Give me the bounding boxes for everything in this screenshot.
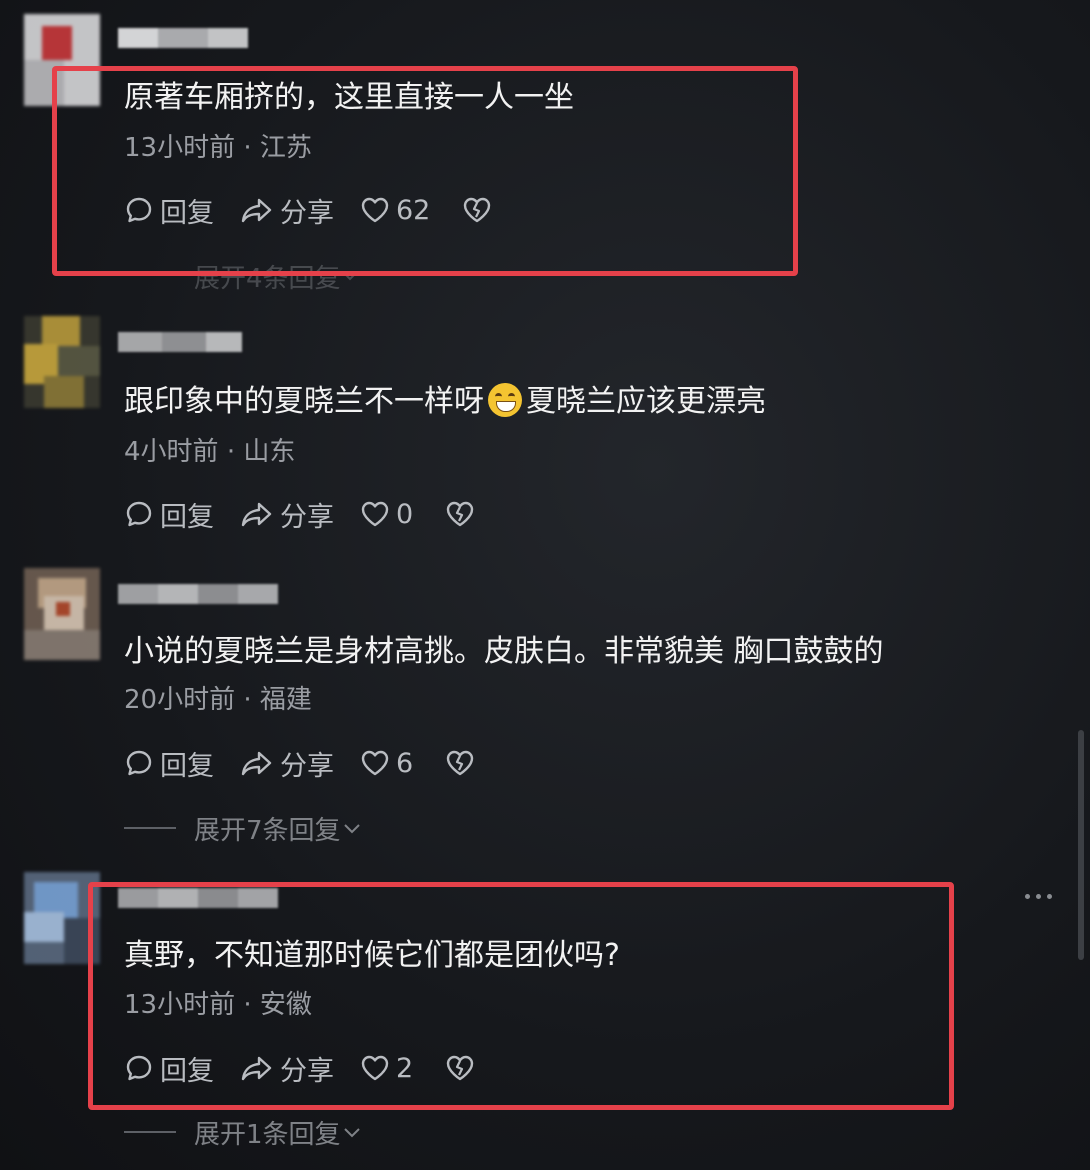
comment-time: 13小时前 bbox=[124, 133, 236, 163]
comment-meta: 4小时前 · 山东 bbox=[124, 435, 295, 469]
reply-button[interactable]: 回复 bbox=[124, 495, 214, 534]
share-arrow-icon bbox=[241, 502, 272, 527]
comment-actions: 回复 分享 2 bbox=[124, 1048, 475, 1088]
like-count: 2 bbox=[396, 1052, 414, 1084]
comment-actions: 回复 分享 6 bbox=[124, 743, 475, 783]
comment-meta: 20小时前 · 福建 bbox=[124, 683, 312, 717]
like-button[interactable]: 62 bbox=[360, 195, 430, 226]
dislike-button[interactable] bbox=[445, 748, 475, 778]
share-button[interactable]: 分享 bbox=[240, 191, 334, 230]
avatar[interactable] bbox=[24, 316, 100, 408]
comment-location: 福建 bbox=[259, 685, 312, 715]
dislike-button[interactable] bbox=[445, 499, 475, 529]
comment-bubble-icon bbox=[126, 750, 152, 776]
share-button[interactable]: 分享 bbox=[240, 495, 334, 534]
like-button[interactable]: 0 bbox=[360, 499, 413, 530]
comment-time: 4小时前 bbox=[124, 437, 219, 467]
expand-replies-button[interactable]: 展开4条回复 bbox=[194, 258, 359, 294]
share-arrow-icon bbox=[241, 198, 272, 223]
comment-meta: 13小时前 · 安徽 bbox=[124, 988, 312, 1022]
reply-label: 回复 bbox=[160, 501, 214, 533]
comment-time: 20小时前 bbox=[124, 685, 236, 715]
expand-label: 展开4条回复 bbox=[194, 263, 341, 294]
comment-bubble-icon bbox=[126, 1055, 152, 1081]
share-arrow-icon bbox=[241, 1056, 272, 1081]
comment-text: 小说的夏晓兰是身材高挑。皮肤白。非常貌美 胸口鼓鼓的 bbox=[124, 634, 884, 669]
dislike-button[interactable] bbox=[445, 1053, 475, 1083]
comment-actions: 回复 分享 0 bbox=[124, 494, 475, 534]
reply-label: 回复 bbox=[160, 1055, 214, 1087]
chevron-down-icon bbox=[343, 1128, 360, 1138]
chevron-down-icon bbox=[342, 272, 357, 281]
heart-icon bbox=[361, 750, 389, 776]
meta-separator: · bbox=[243, 685, 252, 715]
broken-heart-icon bbox=[446, 1055, 474, 1081]
chevron-down-icon bbox=[343, 824, 360, 834]
scrollbar[interactable] bbox=[1078, 730, 1084, 960]
broken-heart-icon bbox=[446, 750, 474, 776]
username[interactable] bbox=[118, 888, 278, 910]
divider-line bbox=[124, 827, 176, 829]
heart-icon bbox=[361, 197, 389, 223]
comment-text-part: 夏晓兰应该更漂亮 bbox=[526, 384, 766, 419]
comment-text-part: 跟印象中的夏晓兰不一样呀 bbox=[124, 384, 484, 419]
like-count: 0 bbox=[396, 498, 414, 530]
heart-icon bbox=[361, 1055, 389, 1081]
broken-heart-icon bbox=[464, 197, 491, 223]
expand-replies-button[interactable]: 展开1条回复 bbox=[124, 1114, 363, 1150]
share-arrow-icon bbox=[241, 751, 272, 776]
comment-bubble-icon bbox=[126, 501, 152, 527]
username[interactable] bbox=[118, 584, 278, 606]
username[interactable] bbox=[118, 332, 242, 354]
comment-location: 山东 bbox=[243, 437, 296, 467]
reply-button[interactable]: 回复 bbox=[124, 744, 214, 783]
reply-button[interactable]: 回复 bbox=[124, 1049, 214, 1088]
like-count: 6 bbox=[396, 747, 414, 779]
comment-text: 跟印象中的夏晓兰不一样呀 夏晓兰应该更漂亮 bbox=[124, 382, 766, 422]
avatar[interactable] bbox=[24, 14, 100, 106]
share-label: 分享 bbox=[280, 1055, 334, 1087]
more-dots-icon[interactable] bbox=[1025, 894, 1052, 899]
divider-line bbox=[124, 1131, 176, 1133]
comment-bubble-icon bbox=[126, 197, 152, 223]
comment-location: 江苏 bbox=[259, 133, 312, 163]
username[interactable] bbox=[118, 28, 248, 50]
like-count: 62 bbox=[396, 194, 431, 226]
share-label: 分享 bbox=[280, 750, 334, 782]
meta-separator: · bbox=[243, 133, 252, 163]
share-button[interactable]: 分享 bbox=[240, 744, 334, 783]
expand-replies-button[interactable]: 展开7条回复 bbox=[124, 810, 363, 846]
comment-text: 真野，不知道那时候它们都是团伙吗? bbox=[124, 938, 620, 973]
expand-label: 展开1条回复 bbox=[194, 1119, 341, 1150]
avatar[interactable] bbox=[24, 872, 100, 964]
comment-actions: 回复 分享 62 bbox=[124, 190, 492, 230]
reply-label: 回复 bbox=[160, 750, 214, 782]
comment-time: 13小时前 bbox=[124, 990, 236, 1020]
meta-separator: · bbox=[226, 437, 236, 467]
reply-label: 回复 bbox=[160, 197, 214, 229]
reply-button[interactable]: 回复 bbox=[124, 191, 214, 230]
comment-text: 原著车厢挤的，这里直接一人一坐 bbox=[124, 80, 574, 115]
broken-heart-icon bbox=[446, 501, 474, 527]
heart-icon bbox=[361, 501, 389, 527]
grinning-sweat-emoji-icon bbox=[488, 383, 522, 417]
like-button[interactable]: 2 bbox=[360, 1053, 413, 1084]
comment-location: 安徽 bbox=[259, 990, 312, 1020]
share-label: 分享 bbox=[280, 501, 334, 533]
share-label: 分享 bbox=[280, 197, 334, 229]
avatar[interactable] bbox=[24, 568, 100, 660]
like-button[interactable]: 6 bbox=[360, 748, 413, 779]
meta-separator: · bbox=[243, 990, 252, 1020]
comment-meta: 13小时前 · 江苏 bbox=[124, 131, 312, 165]
share-button[interactable]: 分享 bbox=[240, 1049, 334, 1088]
expand-label: 展开7条回复 bbox=[194, 815, 341, 846]
dislike-button[interactable] bbox=[462, 195, 492, 225]
